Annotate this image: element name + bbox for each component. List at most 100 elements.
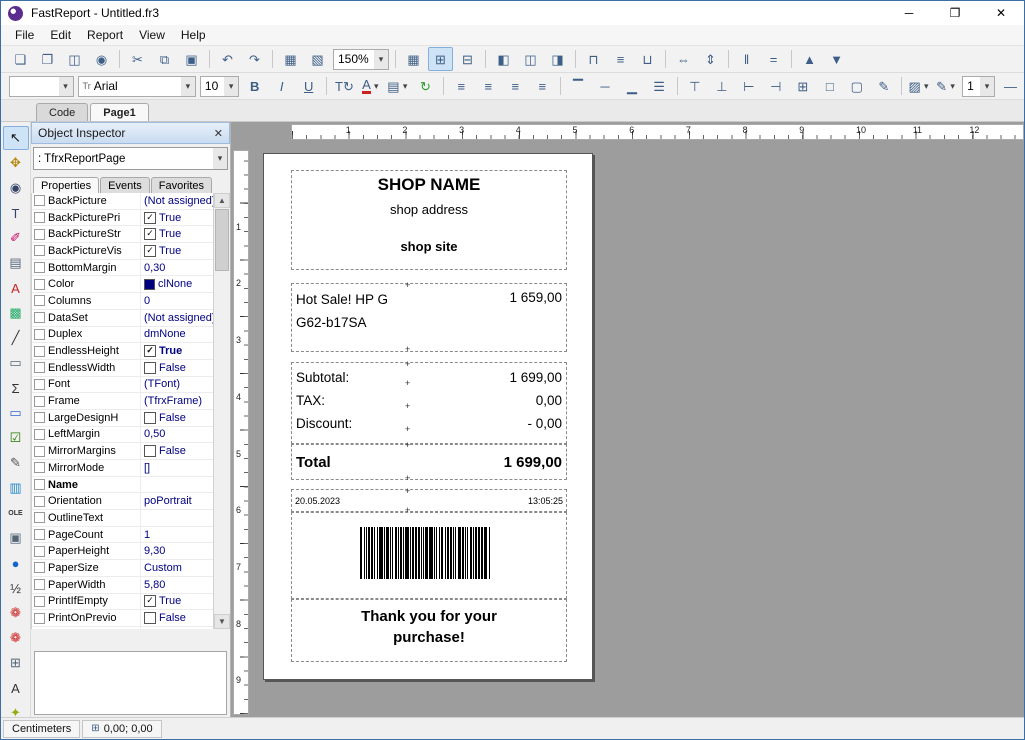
new-report-button[interactable]: ❏ (8, 47, 33, 71)
favorite-checkbox[interactable] (34, 279, 45, 290)
report-page[interactable]: SHOP NAME shop address shop site Hot Sal… (263, 153, 593, 680)
favorite-checkbox[interactable] (34, 462, 45, 473)
letter-object-button[interactable]: A (3, 676, 29, 700)
favorite-checkbox[interactable] (34, 446, 45, 457)
favorite-checkbox[interactable] (34, 262, 45, 273)
align-rights-button[interactable]: ◨ (545, 47, 570, 71)
shop-name-text[interactable]: SHOP NAME (292, 175, 566, 195)
preview-button[interactable]: ◉ (89, 47, 114, 71)
subtotal-row[interactable]: Subtotal: 1 699,00 (296, 366, 562, 389)
property-value[interactable]: ✓True (141, 595, 214, 607)
chart-object-button[interactable]: ▥ (3, 476, 29, 500)
data-band[interactable]: Hot Sale! HP G G62-b17SA 1 659,00 (291, 283, 567, 352)
property-value[interactable]: 9,30 (141, 545, 214, 557)
align-center-button[interactable]: ≡ (476, 74, 501, 98)
align-top-button[interactable]: ▔ (566, 74, 591, 98)
menu-item-view[interactable]: View (131, 26, 173, 44)
property-grid-scrollbar[interactable]: ▲ ▼ (213, 193, 230, 629)
value-checkbox-icon[interactable]: ✓ (144, 228, 156, 240)
favorite-checkbox[interactable] (34, 479, 45, 490)
scroll-up-icon[interactable]: ▲ (214, 193, 230, 208)
text-object-button[interactable]: A (3, 276, 29, 300)
favorite-checkbox[interactable] (34, 195, 45, 206)
property-value[interactable]: (Not assigned) (141, 312, 214, 324)
align-lefts-button[interactable]: ◧ (491, 47, 516, 71)
property-value[interactable]: 5,80 (141, 579, 214, 591)
property-value[interactable]: (TFont) (141, 378, 214, 390)
align-middle-button[interactable]: ─ (593, 74, 618, 98)
scroll-down-icon[interactable]: ▼ (214, 614, 230, 629)
sum-object-button[interactable]: Σ (3, 376, 29, 400)
crosstab-object-button[interactable]: ❁ (3, 601, 29, 625)
property-row[interactable]: LargeDesignHFalse (32, 410, 214, 427)
tab-page1[interactable]: Page1 (90, 103, 148, 121)
align-bottom-button[interactable]: ▁ (620, 74, 645, 98)
line-spacing-button[interactable]: ☰ (647, 74, 672, 98)
property-row[interactable]: BackPictureStr✓True (32, 226, 214, 243)
datetime-band[interactable]: 20.05.2023 13:05:25 (291, 489, 567, 512)
font-size-combo[interactable]: 10▾ (200, 76, 239, 97)
property-value[interactable]: False (141, 612, 214, 624)
favorite-checkbox[interactable] (34, 329, 45, 340)
line-style-button[interactable]: — (998, 74, 1023, 98)
copy-button[interactable]: ⧉ (152, 47, 177, 71)
bold-button[interactable]: B (242, 74, 267, 98)
frame-edit-button[interactable]: ✎ (871, 74, 896, 98)
property-row[interactable]: BackPictureVis✓True (32, 243, 214, 260)
tab-properties[interactable]: Properties (33, 177, 99, 193)
underline-button[interactable]: U (296, 74, 321, 98)
report-title-band[interactable]: SHOP NAME shop address shop site (291, 170, 567, 270)
ole-object-button[interactable]: OLE (3, 501, 29, 525)
maximize-button[interactable]: ❐ (932, 1, 978, 25)
undo-button[interactable]: ↶ (215, 47, 240, 71)
barcode-band[interactable] (291, 512, 567, 599)
minimize-button[interactable]: ─ (886, 1, 932, 25)
footer-band[interactable]: Thank you for your purchase! (291, 599, 567, 662)
property-value[interactable]: 0 (141, 295, 214, 307)
favorite-checkbox[interactable] (34, 613, 45, 624)
favorite-checkbox[interactable] (34, 245, 45, 256)
favorite-checkbox[interactable] (34, 496, 45, 507)
favorite-checkbox[interactable] (34, 412, 45, 423)
favorite-checkbox[interactable] (34, 346, 45, 357)
total-band[interactable]: Total 1 699,00 (291, 444, 567, 480)
favorite-checkbox[interactable] (34, 212, 45, 223)
checkbox-object-button[interactable]: ☑ (3, 426, 29, 450)
property-row[interactable]: BottomMargin0,30 (32, 260, 214, 277)
justify-button[interactable]: ≡ (530, 74, 555, 98)
redo-button[interactable]: ↷ (242, 47, 267, 71)
frame-none-button[interactable]: ▢ (844, 74, 869, 98)
gauge-object-button[interactable]: ❁ (3, 626, 29, 650)
favorite-checkbox[interactable] (34, 312, 45, 323)
menu-item-help[interactable]: Help (173, 26, 214, 44)
line-width-combo[interactable]: 1▾ (962, 76, 995, 97)
value-checkbox-icon[interactable]: ✓ (144, 212, 156, 224)
align-centers-button[interactable]: ◫ (518, 47, 543, 71)
frame-right-button[interactable]: ⊣ (763, 74, 788, 98)
tab-events[interactable]: Events (100, 177, 150, 193)
property-row[interactable]: DataSet(Not assigned) (32, 310, 214, 327)
space-vertically-button[interactable]: = (761, 47, 786, 71)
frame-left-button[interactable]: ⊢ (736, 74, 761, 98)
align-tops-button[interactable]: ⊓ (581, 47, 606, 71)
sphere-object-button[interactable]: ● (3, 551, 29, 575)
favorite-checkbox[interactable] (34, 362, 45, 373)
hyperlink-button[interactable]: ↻ (413, 74, 438, 98)
align-right-button[interactable]: ≡ (503, 74, 528, 98)
text-rotation-button[interactable]: T↻ (332, 74, 357, 98)
open-button[interactable]: ❐ (35, 47, 60, 71)
font-color-button[interactable]: A▾ (359, 74, 384, 98)
line-object-button[interactable]: ╱ (3, 326, 29, 350)
frame-bottom-button[interactable]: ⊥ (709, 74, 734, 98)
property-row[interactable]: PaperWidth5,80 (32, 577, 214, 594)
hand-tool[interactable]: ✥ (3, 151, 29, 175)
favorite-checkbox[interactable] (34, 295, 45, 306)
value-checkbox-icon[interactable]: ✓ (144, 245, 156, 257)
property-value[interactable]: False (141, 362, 214, 374)
thanks-text[interactable]: Thank you for your purchase! (292, 606, 566, 648)
property-row[interactable]: LeftMargin0,50 (32, 427, 214, 444)
group-button[interactable]: ▦ (278, 47, 303, 71)
property-row[interactable]: Frame(TfrxFrame) (32, 393, 214, 410)
font-name-combo[interactable]: TrArial▾ (78, 76, 196, 97)
property-row[interactable]: EndlessHeight✓True (32, 343, 214, 360)
